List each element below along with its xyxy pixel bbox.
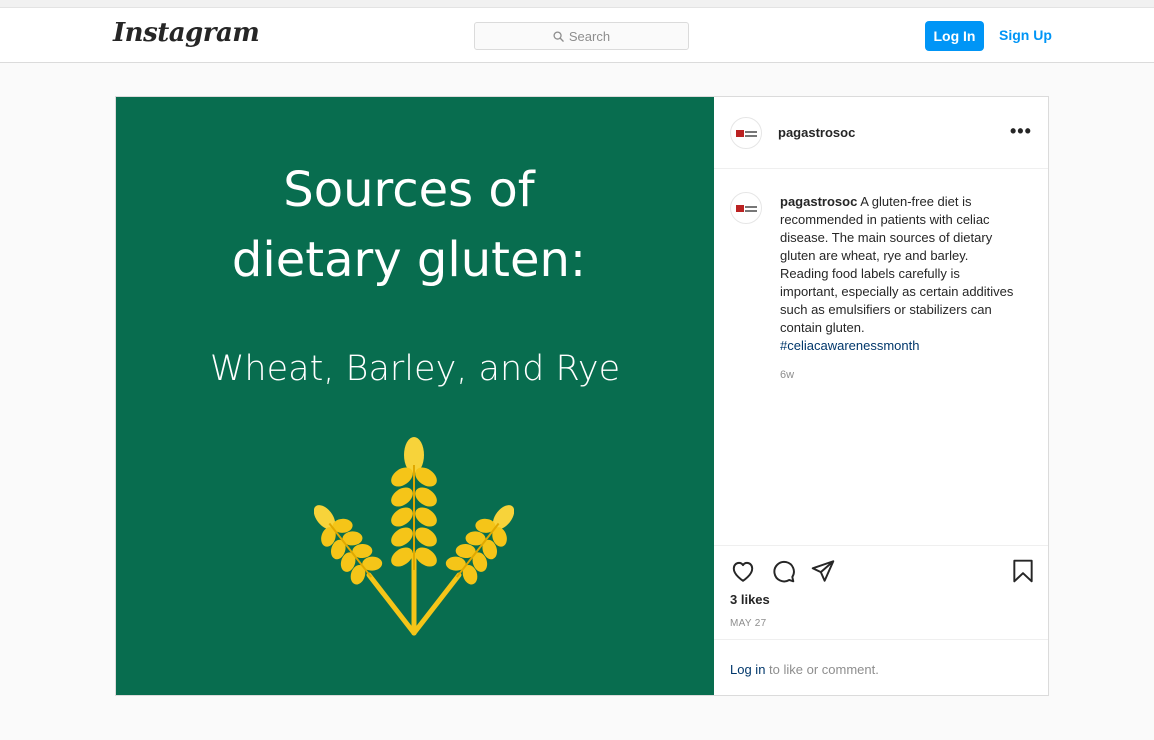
instagram-logo[interactable]: Instagram [113,18,260,48]
likes-count[interactable]: 3 likes [730,592,770,607]
bookmark-icon[interactable] [1010,558,1036,584]
caption-username[interactable]: pagastrosoc [780,194,857,209]
comment-icon[interactable] [770,558,796,584]
image-title-line2: dietary gluten: [231,232,587,288]
login-to-comment-bar: Log in to like or comment. [714,639,1048,695]
avatar-logo-mark [736,130,744,137]
post-author-username[interactable]: pagastrosoc [778,125,855,140]
avatar-logo-line [745,206,757,208]
share-icon[interactable] [810,558,836,584]
login-prompt: Log in to like or comment. [730,662,879,677]
top-nav: Instagram Search Log In Sign Up [0,8,1154,63]
caption-avatar[interactable] [730,192,762,224]
search-icon [553,30,564,42]
avatar[interactable] [730,117,762,149]
search-placeholder: Search [568,28,611,44]
caption-text: A gluten-free diet is recommended in pat… [780,194,1014,335]
post-caption: pagastrosoc A gluten-free diet is recomm… [780,193,1020,355]
avatar-logo-line [745,131,757,133]
wheat-stalks-icon [314,437,514,636]
post-card: Sources of dietary gluten: Wheat, Barley… [115,96,1049,696]
post-date: MAY 27 [730,618,767,629]
avatar-logo-mark [736,205,744,212]
hashtag-link[interactable]: #celiacawarenessmonth [780,337,1020,355]
login-prompt-text: to like or comment. [769,662,879,677]
image-title-line1: Sources of [283,162,535,218]
avatar-logo-line [745,210,757,212]
post-actions: 3 likes MAY 27 [714,545,1048,639]
avatar-logo-line [745,135,757,137]
post-sidebar: pagastrosoc ••• pagastrosoc A gluten-fre… [714,97,1048,695]
heart-icon[interactable] [730,558,756,584]
caption-age: 6w [780,369,795,381]
post-image[interactable]: Sources of dietary gluten: Wheat, Barley… [116,97,714,695]
login-button[interactable]: Log In [925,21,984,51]
search-input[interactable]: Search [474,22,689,50]
post-header: pagastrosoc ••• [714,97,1048,169]
more-options-icon[interactable]: ••• [1010,121,1032,142]
signup-link[interactable]: Sign Up [999,27,1052,43]
login-link[interactable]: Log in [730,662,765,677]
browser-top-strip [0,0,1154,8]
image-title: Sources of dietary gluten: [116,155,702,295]
image-subtitle: Wheat, Barley, and Rye [209,349,621,389]
